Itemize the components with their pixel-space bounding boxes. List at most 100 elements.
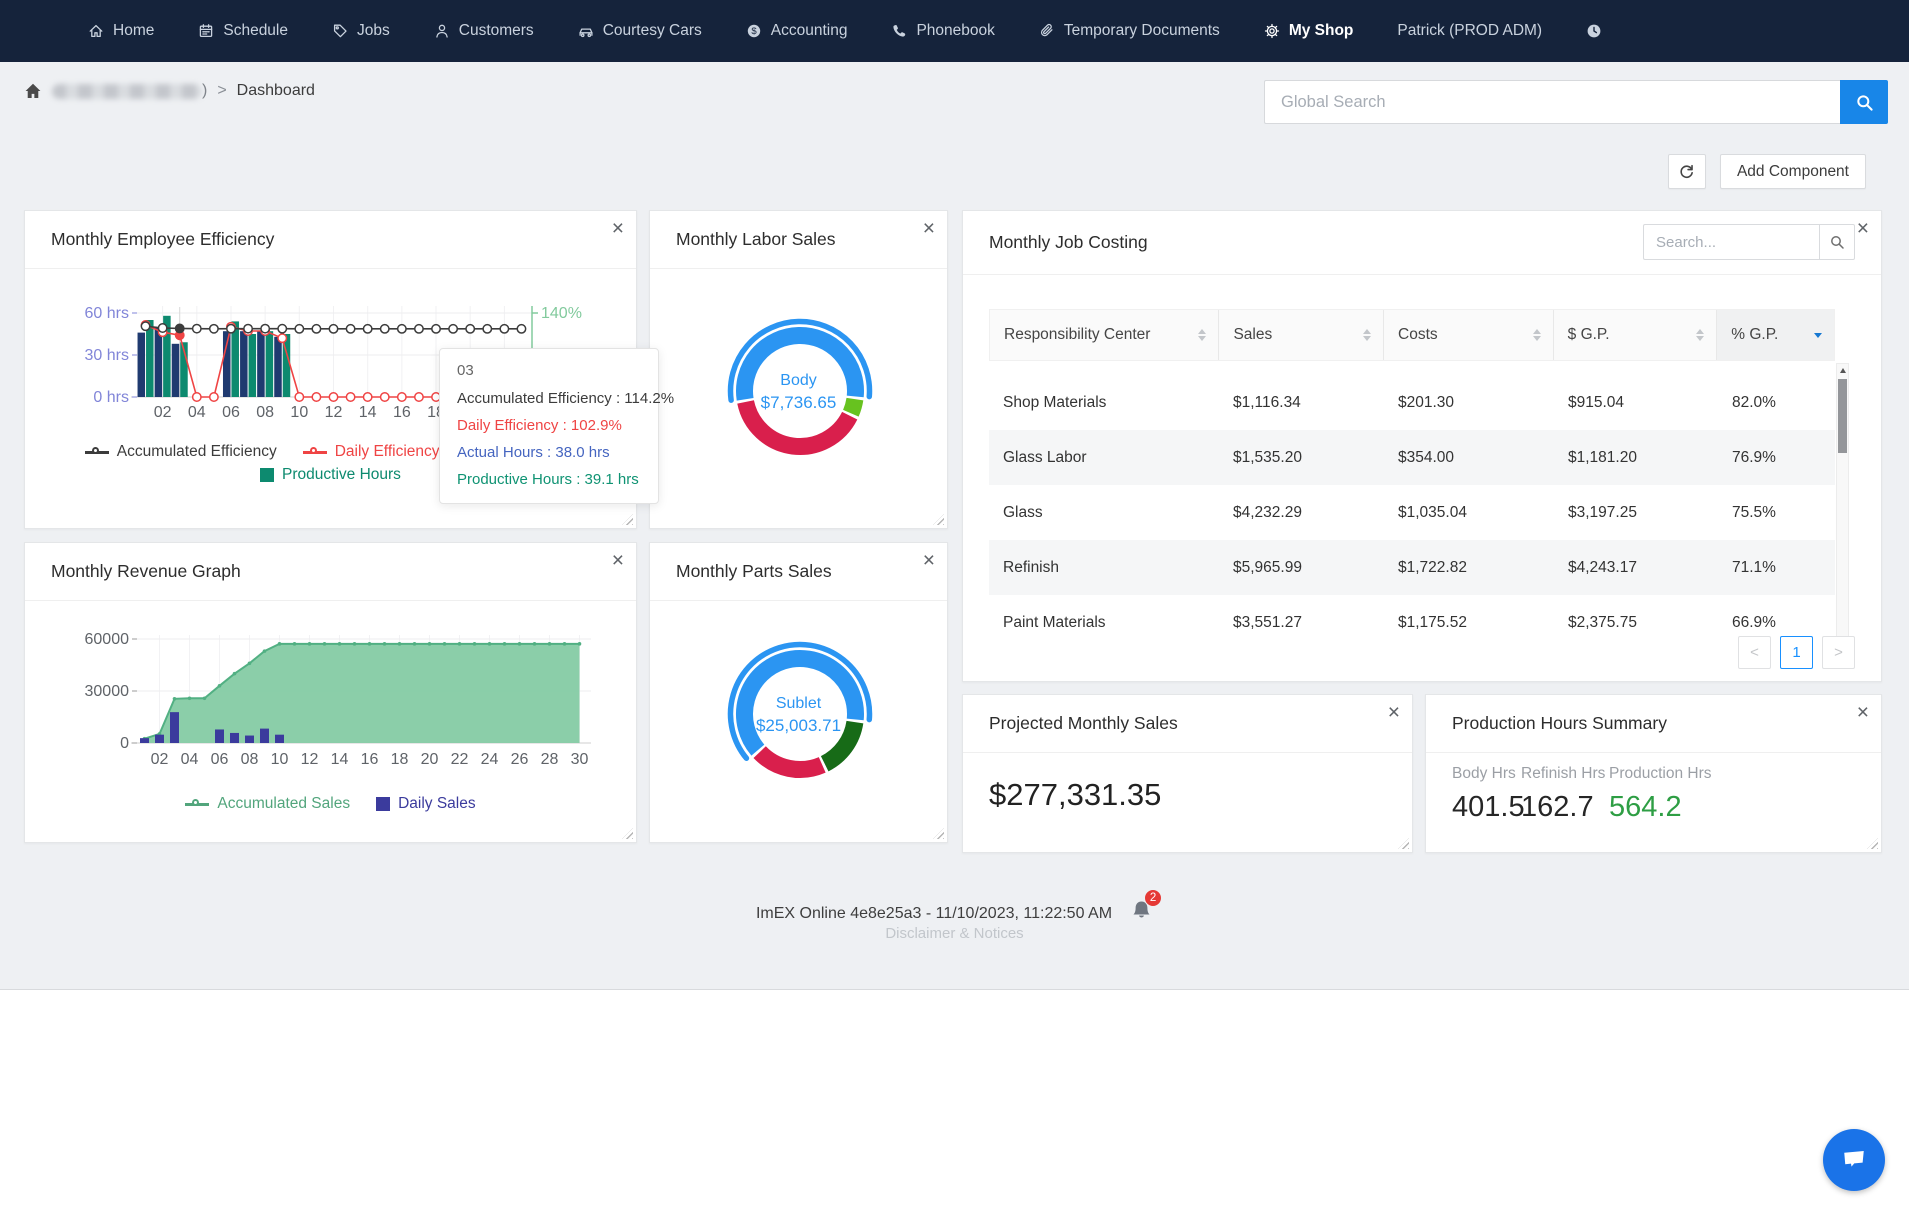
scroll-up-icon[interactable] [1837, 364, 1848, 377]
card-header: Monthly Revenue Graph × [25, 543, 636, 601]
close-icon[interactable]: × [923, 215, 935, 242]
resize-handle[interactable] [1867, 838, 1878, 849]
nav-items: Home Schedule Jobs Customers Courtesy Cars $ A… [88, 22, 1602, 40]
table-cell: 66.9% [1732, 613, 1776, 631]
table-row[interactable]: Glass $4,232.29 $1,035.04 $3,197.25 75.5% [989, 485, 1835, 540]
tooltip-lines: Accumulated Efficiency : 114.2% Daily Eff… [457, 390, 674, 488]
card-projected-monthly-sales: Projected Monthly Sales × $277,331.35 [962, 694, 1413, 853]
svg-text:10: 10 [271, 751, 289, 768]
column-header--g-p-[interactable]: $ G.P. [1554, 310, 1718, 360]
clock-icon [1586, 23, 1602, 39]
pagination-next-button[interactable]: > [1822, 636, 1855, 669]
table-row[interactable]: Paint Materials $3,551.27 $1,175.52 $2,375.… [989, 595, 1835, 650]
chat-button[interactable] [1823, 1129, 1885, 1191]
notifications-bell[interactable]: 2 [1130, 889, 1163, 922]
legend-item-daily-sales[interactable]: Daily Sales [376, 795, 476, 813]
svg-text:30000: 30000 [85, 683, 130, 700]
svg-text:04: 04 [181, 751, 199, 768]
table-cell: $4,243.17 [1568, 558, 1637, 576]
legend-item-accumulated-efficiency[interactable]: Accumulated Efficiency [84, 443, 277, 461]
footer-status-text: ImEX Online 4e8e25a3 - 11/10/2023, 11:22… [755, 905, 1113, 922]
close-icon[interactable]: × [612, 547, 624, 574]
close-icon[interactable]: × [1388, 699, 1400, 726]
customers-icon [434, 23, 450, 39]
table-row[interactable]: Refinish $5,965.99 $1,722.82 $4,243.17 71.1% [989, 540, 1835, 595]
add-component-button[interactable]: Add Component [1719, 154, 1866, 189]
nav-item-schedule[interactable]: Schedule [198, 22, 288, 40]
nav-item-label: Jobs [357, 22, 390, 39]
table-search-input[interactable] [1643, 224, 1819, 260]
breadcrumb-shop-name[interactable]: ) [52, 82, 207, 100]
svg-text:10: 10 [290, 404, 308, 421]
refresh-button[interactable] [1667, 154, 1706, 189]
table-cell: $2,375.75 [1568, 613, 1637, 631]
resize-handle[interactable] [1398, 838, 1409, 849]
nav-item-label: Home [113, 22, 155, 39]
table-cell: $1,181.20 [1568, 448, 1637, 466]
svg-text:16: 16 [393, 404, 411, 421]
close-icon[interactable]: × [1857, 699, 1869, 726]
svg-text:22: 22 [451, 751, 469, 768]
pagination-prev-button[interactable]: < [1738, 636, 1771, 669]
column-header-responsibility-center[interactable]: Responsibility Center [990, 310, 1220, 360]
table-cell: 82.0% [1732, 393, 1776, 411]
card-header: Monthly Employee Efficiency × [25, 211, 636, 269]
donut-center-label: Sublet $25,003.71 [650, 694, 947, 737]
nav-item-customers[interactable]: Customers [434, 22, 534, 40]
table-cell: $3,551.27 [1233, 613, 1302, 631]
card-title: Monthly Revenue Graph [51, 561, 241, 581]
search-icon [1856, 94, 1873, 111]
disclaimer-link[interactable]: Disclaimer & Notices [0, 925, 1909, 942]
svg-text:12: 12 [301, 751, 319, 768]
revenue-chart[interactable]: 0 30000 60000 02 04 06 08 10 12 14 16 18 20 22 24 26 28 3… [25, 609, 638, 787]
svg-text:140%: 140% [541, 305, 582, 322]
column-label: Sales [1233, 326, 1273, 343]
nav-item-phonebook[interactable]: Phonebook [891, 22, 995, 40]
legend-label: Daily Sales [398, 795, 476, 812]
global-search-input[interactable] [1264, 80, 1840, 124]
global-search-button[interactable] [1840, 80, 1888, 124]
close-icon[interactable]: × [1857, 215, 1869, 242]
nav-item-courtesy-cars[interactable]: Courtesy Cars [578, 22, 702, 40]
nav-item-temporary-documents[interactable]: Temporary Documents [1039, 22, 1220, 40]
nav-item-accounting[interactable]: $ Accounting [746, 22, 847, 40]
column-header-costs[interactable]: Costs [1384, 310, 1554, 360]
nav-item-clock[interactable] [1586, 23, 1602, 39]
column-label: Costs [1398, 326, 1438, 343]
legend-item-accumulated-sales[interactable]: Accumulated Sales [185, 795, 350, 813]
table-cell: Refinish [1003, 558, 1059, 576]
redacted-shop-name [52, 83, 202, 99]
card-title: Monthly Parts Sales [676, 561, 832, 581]
dashboard-page: Home Schedule Jobs Customers Courtesy Cars $ A… [0, 0, 1909, 1209]
nav-item-jobs[interactable]: Jobs [332, 22, 390, 40]
close-icon[interactable]: × [612, 215, 624, 242]
close-icon[interactable]: × [923, 547, 935, 574]
column-header--g-p-[interactable]: % G.P. [1717, 310, 1834, 360]
scrollbar-thumb[interactable] [1838, 379, 1847, 453]
production-value: 162.7 [1521, 791, 1594, 823]
column-header-sales[interactable]: Sales [1219, 310, 1385, 360]
nav-item-my-shop[interactable]: My Shop [1264, 22, 1353, 40]
card-title: Monthly Employee Efficiency [51, 229, 275, 249]
nav-item-home[interactable]: Home [88, 22, 154, 40]
legend-item-daily-efficiency[interactable]: Daily Efficiency [302, 443, 440, 461]
legend-label: Accumulated Sales [217, 795, 351, 812]
pagination-page-1[interactable]: 1 [1780, 636, 1813, 669]
table-row[interactable]: Shop Materials $1,116.34 $201.30 $915.04 82.… [989, 375, 1835, 430]
nav-item-user[interactable]: Patrick (PROD ADM) [1397, 22, 1542, 40]
nav-item-label: Phonebook [916, 22, 995, 39]
card-header: Monthly Job Costing × [963, 211, 1881, 275]
resize-handle[interactable] [622, 514, 633, 525]
legend-item-productive-hours[interactable]: Productive Hours [260, 466, 401, 484]
table-row[interactable]: Glass Labor $1,535.20 $354.00 $1,181.20 76.9… [989, 430, 1835, 485]
sort-icon [1696, 329, 1705, 341]
resize-handle[interactable] [933, 828, 944, 839]
svg-text:18: 18 [391, 751, 409, 768]
production-col-production-hrs: Production Hrs 564.2 [1609, 765, 1712, 824]
resize-handle[interactable] [933, 514, 944, 525]
table-scrollbar[interactable] [1836, 363, 1849, 655]
resize-handle[interactable] [622, 828, 633, 839]
table-search-button[interactable] [1819, 224, 1855, 260]
card-monthly-job-costing: Monthly Job Costing × Responsibility Cen… [962, 210, 1882, 682]
home-icon[interactable] [24, 82, 42, 100]
